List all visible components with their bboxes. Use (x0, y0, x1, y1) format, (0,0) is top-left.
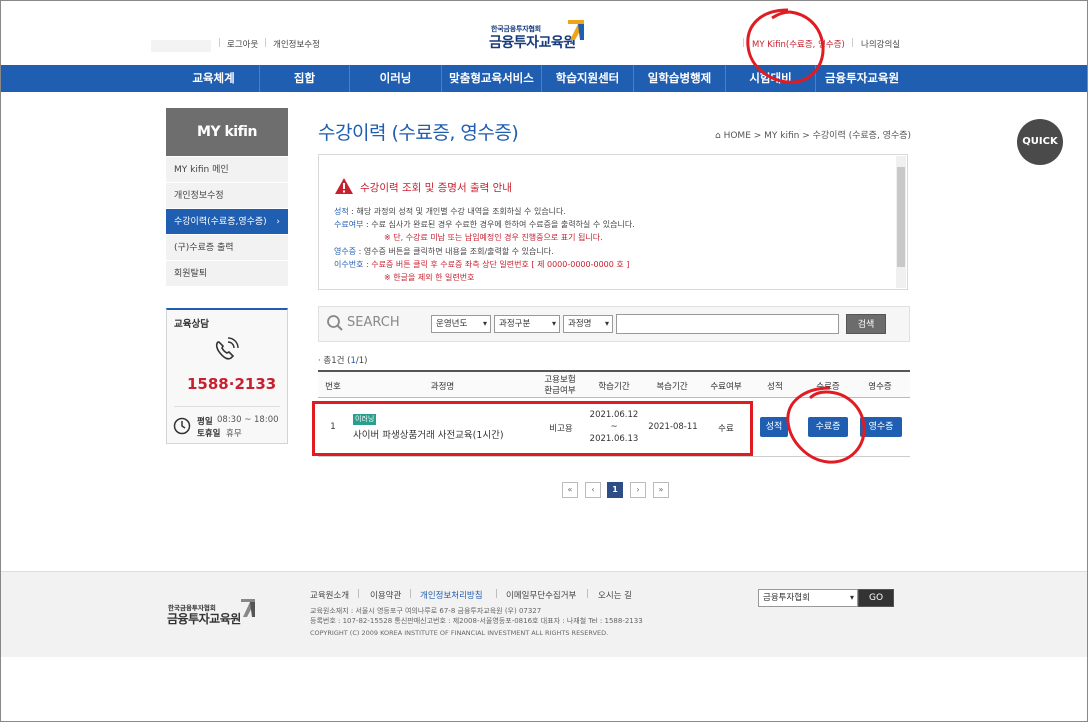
breadcrumb: ⌂ HOME > MY kifin > 수강이력 (수료증, 영수증) (715, 131, 912, 141)
footer-link-directions[interactable]: 오시는 길 (598, 589, 632, 601)
category-select[interactable]: 과정구분 ▾ (494, 315, 560, 333)
logo-mark-icon (568, 20, 584, 40)
footer-link-about[interactable]: 교육원소개 (310, 589, 349, 601)
annotation-circle-bottom (786, 386, 866, 464)
notice-line-serial: 이수번호 : 수료증 버튼 클릭 후 수료증 좌측 상단 일련번호 [ 제 00… (334, 260, 630, 269)
clock-icon (173, 417, 191, 435)
family-site-go-button[interactable]: GO (858, 589, 894, 607)
footer-logo: 금융투자교육원 (167, 612, 241, 626)
nav-elearning[interactable]: 이러닝 (350, 65, 442, 92)
footer-logo-mark-icon (241, 599, 255, 617)
pager-first[interactable]: « (562, 482, 578, 498)
nav-group[interactable]: 집합 (260, 65, 350, 92)
footer-address: 교육원소재지 : 서울시 영등포구 여의나루로 67-8 금융투자교육원 (우)… (310, 607, 542, 615)
quick-button[interactable]: QUICK (1017, 119, 1063, 165)
sidebar-item-withdraw[interactable]: 회원탈퇴 (166, 261, 288, 287)
site-logo[interactable]: 금융투자교육원 (489, 32, 576, 52)
consult-title: 교육상담 (174, 319, 209, 330)
sidebar-item-profile[interactable]: 개인정보수정 (166, 183, 288, 209)
th-period: 학습기간 (598, 382, 630, 392)
pager-next[interactable]: › (630, 482, 646, 498)
chevron-down-icon: ▾ (604, 319, 609, 328)
th-review: 복습기간 (656, 382, 688, 392)
footer (1, 571, 1087, 657)
search-input[interactable] (616, 314, 839, 334)
my-lecture-link[interactable]: 나의강의실 (861, 38, 900, 50)
consult-phone: 1588·2133 (187, 375, 277, 393)
th-no: 번호 (325, 382, 341, 392)
notice-title: 수강이력 조회 및 증명서 출력 안내 (360, 182, 512, 194)
course-select[interactable]: 과정명 ▾ (563, 315, 613, 333)
phone-icon (215, 337, 239, 360)
th-status: 수료여부 (710, 382, 742, 392)
warning-icon (335, 178, 353, 194)
nav-custom-service[interactable]: 맞춤형교육서비스 (442, 65, 542, 92)
notice-line-receipt: 영수증 : 영수증 버튼을 클릭하면 내용을 조회/출력할 수 있습니다. (334, 247, 554, 256)
edit-profile-link[interactable]: 개인정보수정 (273, 38, 320, 50)
year-select[interactable]: 운영년도 ▾ (431, 315, 491, 333)
footer-link-terms[interactable]: 이용약관 (370, 589, 401, 601)
chevron-right-icon: › (276, 217, 280, 227)
notice-line-grade: 성적 : 해당 과정의 성적 및 개인별 수강 내역을 조회하실 수 있습니다. (334, 207, 566, 216)
chevron-down-icon: ▾ (551, 319, 556, 328)
page-title: 수강이력 (수료증, 영수증) (318, 122, 519, 144)
notice-line-note-1: ※ 단, 수강료 미납 또는 납입예정인 경우 진행중으로 표기 됩니다. (384, 233, 603, 242)
footer-registration: 등록번호 : 107-82-15528 통신판매신고번호 : 제2008-서울영… (310, 617, 643, 625)
pager-prev[interactable]: ‹ (585, 482, 601, 498)
result-count: · 총1건 (1/1) (318, 356, 368, 366)
nav-work-study[interactable]: 일학습병행제 (634, 65, 726, 92)
footer-link-email[interactable]: 이메일무단수집거부 (506, 589, 576, 601)
notice-line-note-2: ※ 한글을 제외 한 일련번호 (384, 273, 475, 282)
footer-link-privacy[interactable]: 개인정보처리방침 (420, 589, 483, 601)
pager-last[interactable]: » (653, 482, 669, 498)
top-search-box[interactable] (151, 40, 211, 52)
th-refund: 고용보험 환급여부 (544, 375, 576, 396)
annotation-circle-top (746, 8, 825, 84)
family-site-select[interactable]: 금융투자협회 ▾ (758, 589, 858, 607)
search-label: SEARCH (347, 315, 400, 330)
sidebar-item-main[interactable]: MY kifin 메인 (166, 157, 288, 183)
search-button[interactable]: 검색 (846, 314, 886, 334)
sidebar-item-history[interactable]: 수강이력(수료증,영수증) › (166, 209, 288, 235)
nav-education-system[interactable]: 교육체계 (168, 65, 260, 92)
sidebar-item-old-cert[interactable]: (구)수료증 출력 (166, 235, 288, 261)
search-icon (327, 315, 343, 331)
highlight-box (312, 401, 753, 456)
footer-copyright: COPYRIGHT (C) 2009 KOREA INSTITUTE OF FI… (310, 629, 609, 637)
logout-link[interactable]: 로그아웃 (227, 38, 258, 50)
nav-learning-support[interactable]: 학습지원센터 (542, 65, 634, 92)
chevron-down-icon: ▾ (849, 593, 854, 602)
sidebar-title: MY kifin (166, 108, 288, 156)
pager-current[interactable]: 1 (607, 482, 623, 498)
notice-line-completion: 수료여부 : 수료 심사가 완료된 경우 수료한 경우에 한하여 수료증을 출력… (334, 220, 635, 229)
notice-scroll-thumb[interactable] (897, 167, 905, 267)
chevron-down-icon: ▾ (482, 319, 487, 328)
th-course: 과정명 (430, 382, 455, 392)
